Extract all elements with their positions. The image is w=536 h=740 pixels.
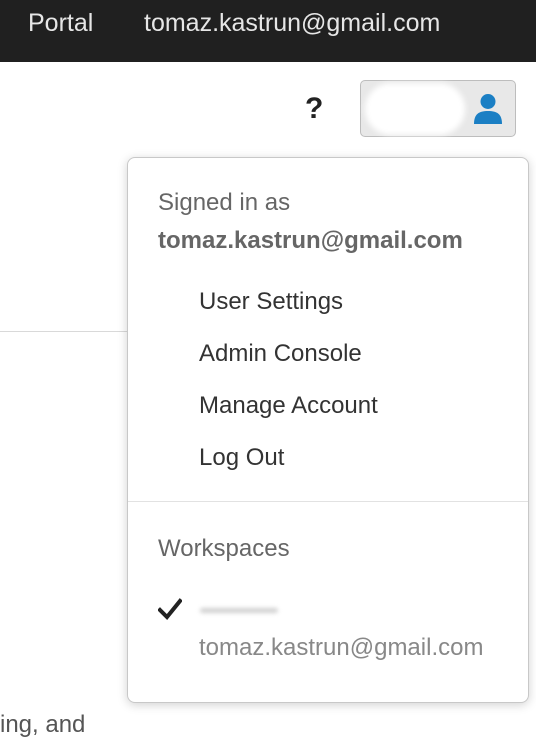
help-icon[interactable]: ? bbox=[305, 92, 323, 126]
signed-in-label: Signed in as bbox=[158, 189, 291, 216]
content-divider bbox=[0, 331, 128, 332]
menu-divider bbox=[128, 501, 528, 502]
account-email-link[interactable]: tomaz.kastrun@gmail.com bbox=[144, 8, 440, 38]
check-icon bbox=[158, 598, 182, 620]
menu-item-log-out[interactable]: Log Out bbox=[199, 443, 284, 473]
user-dropdown-menu: Signed in as tomaz.kastrun@gmail.com Use… bbox=[127, 157, 529, 703]
menu-item-manage-account[interactable]: Manage Account bbox=[199, 391, 378, 421]
user-menu-button[interactable] bbox=[360, 80, 516, 137]
workspaces-heading: Workspaces bbox=[158, 535, 290, 562]
redacted-username bbox=[371, 89, 459, 129]
signed-in-email: tomaz.kastrun@gmail.com bbox=[158, 227, 463, 254]
workspace-email[interactable]: tomaz.kastrun@gmail.com bbox=[199, 633, 483, 663]
menu-item-user-settings[interactable]: User Settings bbox=[199, 287, 343, 317]
redacted-workspace-name[interactable] bbox=[198, 598, 288, 624]
background-text: ing, and bbox=[0, 711, 86, 738]
menu-item-admin-console[interactable]: Admin Console bbox=[199, 339, 362, 369]
portal-link[interactable]: Portal bbox=[28, 8, 93, 38]
user-icon bbox=[474, 94, 502, 124]
top-navigation-bar: Portal tomaz.kastrun@gmail.com bbox=[0, 0, 536, 62]
